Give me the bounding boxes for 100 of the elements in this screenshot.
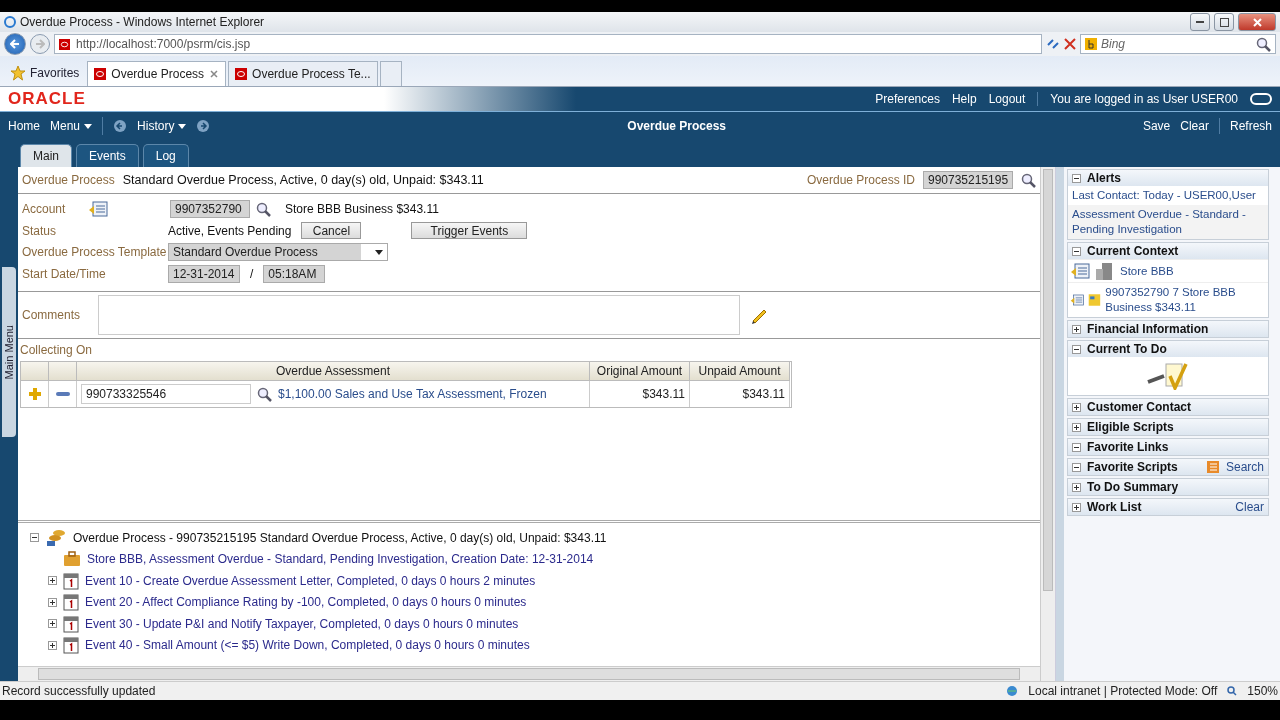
section-title[interactable]: Eligible Scripts bbox=[1087, 420, 1174, 434]
collapse-icon[interactable] bbox=[1072, 246, 1081, 256]
time-field[interactable]: 05:18AM bbox=[263, 265, 326, 283]
account-card-icon[interactable] bbox=[1070, 292, 1085, 308]
section-action-link[interactable]: Clear bbox=[1235, 500, 1264, 514]
section-title[interactable]: Favorite Scripts bbox=[1087, 460, 1178, 474]
minimize-button[interactable] bbox=[1190, 13, 1210, 31]
scroll-thumb[interactable] bbox=[38, 668, 1020, 680]
alert-link[interactable]: Assessment Overdue - Standard - Pending Investigation bbox=[1068, 205, 1268, 239]
expand-icon[interactable] bbox=[48, 597, 57, 607]
expand-icon[interactable] bbox=[1072, 402, 1081, 412]
collapse-icon[interactable] bbox=[1072, 344, 1081, 354]
section-header[interactable]: Financial Information bbox=[1068, 321, 1268, 337]
section-header[interactable]: Alerts bbox=[1068, 170, 1268, 186]
expand-icon[interactable] bbox=[48, 576, 57, 586]
section-title[interactable]: Customer Contact bbox=[1087, 400, 1191, 414]
comments-field[interactable] bbox=[98, 295, 740, 335]
expand-icon[interactable] bbox=[48, 640, 57, 650]
checkmark-document-icon[interactable] bbox=[1146, 362, 1190, 390]
collapse-icon[interactable] bbox=[30, 533, 39, 543]
assessment-link[interactable]: $1,100.00 Sales and Use Tax Assessment, Frozen bbox=[278, 387, 547, 401]
toolbar-action[interactable]: Save bbox=[1142, 119, 1171, 133]
section-header[interactable]: Customer Contact bbox=[1068, 399, 1268, 415]
magnifier-icon bbox=[1227, 686, 1238, 696]
toolbar-action[interactable]: Refresh bbox=[1229, 119, 1272, 133]
section-header[interactable]: Eligible Scripts bbox=[1068, 419, 1268, 435]
page-tab[interactable]: Events bbox=[76, 144, 139, 167]
tree-node[interactable]: Overdue Process - 990735215195 Standard Overdue Process, Active, 0 day(s) old, Unpaid: $343.11 bbox=[73, 530, 607, 545]
globe-icon bbox=[1006, 685, 1019, 697]
favorites-button[interactable]: Favorites bbox=[4, 60, 86, 86]
section-header[interactable]: To Do Summary bbox=[1068, 479, 1268, 495]
tree-node[interactable]: Event 10 - Create Overdue Assessment Letter, Completed, 0 days 0 hours 2 minutes bbox=[85, 573, 536, 588]
address-field[interactable]: http://localhost:7000/psrm/cis.jsp bbox=[54, 34, 1042, 54]
caret-icon[interactable] bbox=[375, 249, 383, 255]
section-header[interactable]: Current To Do bbox=[1068, 341, 1268, 357]
process-id-field[interactable]: 990735215195 bbox=[923, 171, 1013, 189]
close-tab-icon[interactable] bbox=[209, 69, 220, 79]
section-header[interactable]: Work List Clear bbox=[1068, 499, 1268, 515]
section-action-link[interactable]: Search bbox=[1225, 460, 1264, 474]
section-title[interactable]: To Do Summary bbox=[1087, 480, 1179, 494]
browser-tab[interactable]: Overdue Process Te... bbox=[228, 61, 378, 86]
expand-icon[interactable] bbox=[1072, 482, 1081, 492]
section-title[interactable]: Work List bbox=[1087, 500, 1142, 514]
section-header[interactable]: Favorite Scripts Search bbox=[1068, 459, 1268, 475]
date-field[interactable]: 12-31-2014 bbox=[168, 265, 240, 283]
caret-icon[interactable] bbox=[84, 123, 93, 129]
header-link[interactable]: Help bbox=[951, 92, 977, 106]
close-button[interactable] bbox=[1238, 13, 1276, 31]
page-tab[interactable]: Log bbox=[142, 144, 189, 167]
collapse-icon[interactable] bbox=[1072, 442, 1081, 452]
template-dropdown[interactable]: Standard Overdue Process bbox=[168, 243, 388, 261]
restore-button[interactable] bbox=[1214, 13, 1234, 31]
search-icon[interactable] bbox=[257, 386, 272, 402]
tree-node[interactable]: Event 30 - Update P&I and Notify Taxpayer, Completed, 0 days 0 hours 0 minutes bbox=[85, 616, 519, 631]
page-tab[interactable]: Main bbox=[20, 144, 72, 167]
header-link[interactable]: Logout bbox=[988, 92, 1026, 106]
main-menu-tab[interactable]: Main Menu bbox=[2, 267, 16, 437]
cancel-button[interactable]: Cancel bbox=[301, 222, 362, 239]
search-icon[interactable] bbox=[256, 201, 271, 217]
back-button[interactable] bbox=[4, 33, 26, 55]
vertical-scrollbar[interactable] bbox=[1041, 167, 1056, 681]
trigger-events-button[interactable]: Trigger Events bbox=[411, 222, 528, 239]
field-label: Comments bbox=[22, 308, 81, 322]
scroll-thumb[interactable] bbox=[1043, 169, 1053, 591]
collapse-icon[interactable] bbox=[1072, 462, 1081, 472]
browser-tab[interactable]: Overdue Process bbox=[87, 61, 227, 86]
section-title[interactable]: Current Context bbox=[1087, 244, 1179, 258]
section-header[interactable]: Favorite Links bbox=[1068, 439, 1268, 455]
account-field[interactable]: 9907352790 bbox=[170, 200, 250, 218]
expand-icon[interactable] bbox=[1072, 422, 1081, 432]
tree-node[interactable]: Event 40 - Small Amount (<= $5) Write Down, Completed, 0 days 0 hours 0 minutes bbox=[85, 638, 530, 653]
search-field[interactable]: Bing bbox=[1080, 34, 1276, 54]
tree-node[interactable]: Event 20 - Affect Compliance Rating by -100, Completed, 0 days 0 hours 0 minutes bbox=[85, 595, 527, 610]
horizontal-scrollbar[interactable] bbox=[18, 666, 1040, 681]
expand-icon[interactable] bbox=[1072, 324, 1081, 334]
section-title[interactable]: Current To Do bbox=[1087, 342, 1167, 356]
toolbar-action[interactable]: Clear bbox=[1180, 119, 1209, 133]
search-icon[interactable] bbox=[1021, 172, 1036, 188]
process-summary: Standard Overdue Process, Active, 0 day(s) old, Unpaid: $343.11 bbox=[122, 173, 484, 187]
expand-icon[interactable] bbox=[48, 619, 57, 629]
zoom-level[interactable]: 150% bbox=[1247, 684, 1278, 698]
section-header[interactable]: Current Context bbox=[1068, 243, 1268, 259]
section-title[interactable]: Favorite Links bbox=[1087, 440, 1169, 454]
nav-link[interactable]: Home bbox=[8, 119, 40, 133]
search-icon[interactable] bbox=[1256, 36, 1271, 52]
nav-link[interactable]: History bbox=[137, 119, 187, 133]
expand-icon[interactable] bbox=[1072, 502, 1081, 512]
section-title[interactable]: Alerts bbox=[1087, 171, 1121, 185]
context-link[interactable]: 9907352790 7 Store BBB Business $343.11 bbox=[1105, 285, 1266, 315]
header-link[interactable]: Preferences bbox=[875, 92, 940, 106]
stop-icon[interactable] bbox=[1064, 38, 1076, 50]
collapse-icon[interactable] bbox=[1072, 173, 1081, 183]
caret-icon[interactable] bbox=[178, 123, 187, 129]
tree-node[interactable]: Store BBB, Assessment Overdue - Standard, Pending Investigation, Creation Date: 12-31-2014 bbox=[87, 552, 594, 567]
security-zone: Local intranet | Protected Mode: Off bbox=[1028, 684, 1218, 698]
section-title[interactable]: Financial Information bbox=[1087, 322, 1209, 336]
assessment-id-field[interactable]: 990733325546 bbox=[81, 384, 251, 404]
remove-row-icon[interactable] bbox=[55, 391, 70, 397]
context-link[interactable]: Store BBB bbox=[1120, 263, 1174, 279]
nav-link[interactable]: Menu bbox=[50, 119, 93, 133]
